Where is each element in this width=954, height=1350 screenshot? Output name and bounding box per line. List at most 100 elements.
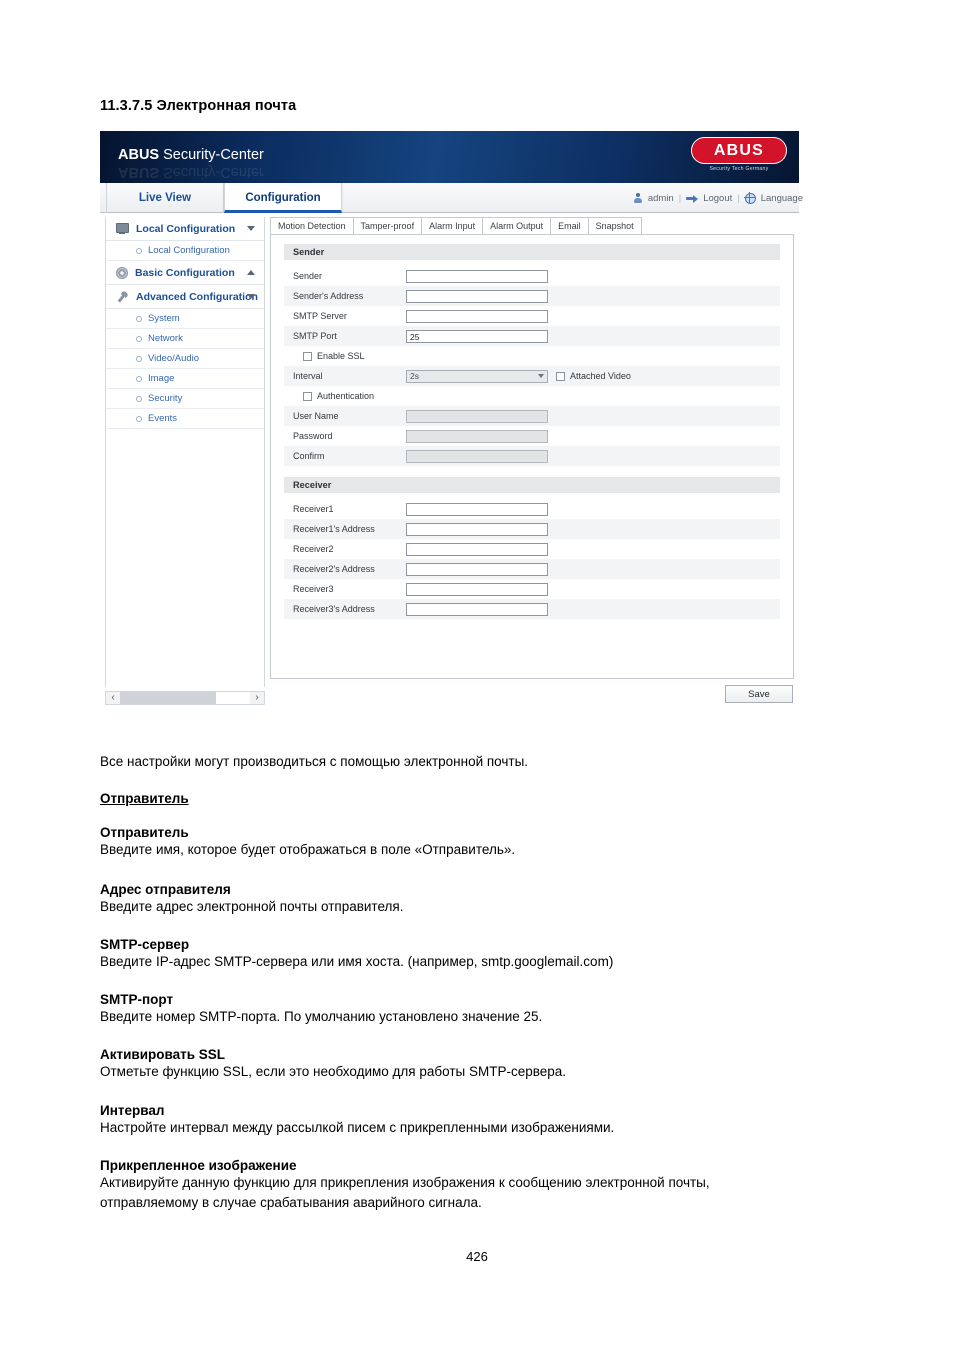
chevron-down-icon	[247, 294, 255, 299]
field-row-user-name: User Name	[284, 406, 780, 426]
sidebar-subitem-local-configuration[interactable]: Local Configuration	[106, 241, 264, 261]
tab-snapshot[interactable]: Snapshot	[587, 217, 642, 234]
sidebar-subitem-events[interactable]: Events	[106, 409, 264, 429]
field-label: Password	[293, 431, 333, 441]
sidebar-subitem-network[interactable]: Network	[106, 329, 264, 349]
abus-logo-text: ABUS	[713, 141, 765, 159]
entry-heading: SMTP-порт	[100, 992, 174, 1007]
tab-tamper-proof[interactable]: Tamper-proof	[352, 217, 423, 234]
tab-alarm-input[interactable]: Alarm Input	[421, 217, 484, 234]
entry-line: Введите имя, которое будет отображаться …	[100, 842, 516, 857]
entry-sender: Отправитель Введите имя, которое будет о…	[100, 825, 880, 860]
group-heading: Отправитель	[100, 791, 189, 806]
scroll-right-arrow-icon[interactable]: ›	[250, 693, 264, 703]
field-row-senders-address: Sender's Address	[284, 286, 780, 306]
sidebar-item-label: Advanced Configuration	[136, 290, 258, 303]
sidebar-item-advanced-configuration[interactable]: Advanced Configuration	[106, 285, 264, 309]
bullet-icon	[136, 247, 142, 254]
entry-line: Введите IP-адрес SMTP-сервера или имя хо…	[100, 954, 614, 969]
entry-line: Введите номер SMTP-порта. По умолчанию у…	[100, 1009, 543, 1024]
entry-heading: SMTP-сервер	[100, 937, 190, 952]
sidebar-subitem-video-audio[interactable]: Video/Audio	[106, 349, 264, 369]
bullet-icon	[136, 375, 142, 382]
entry-heading: Отправитель	[100, 825, 189, 840]
receiver2-address-input[interactable]	[406, 562, 548, 576]
page-section-heading: 11.3.7.5 Электронная почта	[100, 98, 297, 114]
wrench-icon	[114, 288, 132, 305]
field-row-receiver2: Receiver2	[284, 539, 780, 559]
scrollbar-track[interactable]	[120, 692, 250, 704]
field-label: Interval	[293, 371, 323, 381]
field-label: Sender	[293, 271, 323, 281]
sidebar-subitem-image[interactable]: Image	[106, 369, 264, 389]
confirm-input[interactable]	[406, 449, 548, 463]
receiver3-address-input[interactable]	[406, 602, 548, 616]
logout-link[interactable]: Logout	[703, 193, 732, 204]
enable-ssl-checkbox[interactable]	[303, 351, 312, 361]
sidebar-subitem-label: Events	[148, 413, 178, 424]
scroll-left-arrow-icon[interactable]: ‹	[106, 693, 120, 703]
receiver2-input[interactable]	[406, 542, 548, 556]
field-label: Sender's Address	[293, 291, 364, 301]
globe-icon[interactable]	[744, 192, 756, 204]
sidebar-subitem-label: Image	[148, 373, 175, 384]
chevron-down-icon	[247, 226, 255, 231]
sidebar-item-local-configuration[interactable]: Local Configuration	[106, 217, 264, 241]
tab-live-view[interactable]: Live View	[106, 183, 224, 213]
field-row-receiver3-address: Receiver3's Address	[284, 599, 780, 619]
brand-rest: Security-Center	[159, 147, 264, 163]
field-row-interval: Interval 2s Attached Video	[284, 366, 780, 386]
attached-video-checkbox[interactable]	[556, 371, 565, 381]
bullet-icon	[136, 395, 142, 402]
gear-icon	[116, 266, 128, 279]
sidebar-subitem-label: Security	[148, 393, 183, 404]
sidebar-subitem-label: System	[148, 313, 180, 324]
sidebar-item-basic-configuration[interactable]: Basic Configuration	[106, 261, 264, 285]
password-input[interactable]	[406, 429, 548, 443]
authentication-label: Authentication	[317, 391, 375, 401]
receiver3-input[interactable]	[406, 582, 548, 596]
receiver-section-header: Receiver	[284, 477, 780, 493]
receiver1-address-input[interactable]	[406, 522, 548, 536]
brand-bold: ABUS	[118, 147, 160, 163]
save-button[interactable]: Save	[725, 685, 793, 703]
sidebar-subitem-security[interactable]: Security	[106, 389, 264, 409]
nav-separator-1: |	[678, 192, 682, 204]
abus-logo-tagline: Security Tech Germany	[709, 166, 769, 172]
logout-icon[interactable]	[686, 194, 699, 203]
attached-video-group: Attached Video	[556, 371, 631, 381]
entry-attached-image: Прикрепленное изображение Активируйте да…	[100, 1158, 880, 1212]
smtp-port-input[interactable]: 25	[406, 329, 548, 343]
field-label: SMTP Server	[293, 311, 347, 321]
field-label: Receiver1's Address	[293, 524, 375, 534]
tab-motion-detection[interactable]: Motion Detection	[270, 217, 354, 234]
user-name-input[interactable]	[406, 409, 548, 423]
user-icon	[633, 193, 643, 203]
smtp-server-input[interactable]	[406, 309, 548, 323]
bullet-icon	[136, 335, 142, 342]
entry-enable-ssl: Активировать SSL Отметьте функцию SSL, е…	[100, 1047, 880, 1082]
entry-smtp-server: SMTP-сервер Введите IP-адрес SMTP-сервер…	[100, 937, 880, 972]
field-row-receiver2-address: Receiver2's Address	[284, 559, 780, 579]
entry-line: Активируйте данную функцию для прикрепле…	[100, 1175, 710, 1190]
tab-configuration[interactable]: Configuration	[224, 183, 342, 213]
app-banner: ABUS Security-Center ABUS Security-Cente…	[100, 131, 799, 183]
tab-alarm-output[interactable]: Alarm Output	[482, 217, 552, 234]
senders-address-input[interactable]	[406, 289, 548, 303]
scrollbar-thumb[interactable]	[120, 692, 217, 704]
sidebar-horizontal-scrollbar[interactable]: ‹ ›	[105, 691, 265, 705]
page-number: 426	[466, 1249, 488, 1264]
receiver1-input[interactable]	[406, 502, 548, 516]
bullet-icon	[136, 415, 142, 422]
interval-select[interactable]: 2s	[406, 369, 548, 383]
field-row-authentication: Authentication	[284, 386, 780, 406]
embedded-screenshot: ABUS Security-Center ABUS Security-Cente…	[100, 131, 803, 728]
authentication-checkbox[interactable]	[303, 391, 312, 401]
sidebar-subitem-system[interactable]: System	[106, 309, 264, 329]
language-link[interactable]: Language	[761, 193, 803, 204]
chevron-up-icon	[247, 270, 255, 275]
field-row-smtp-server: SMTP Server	[284, 306, 780, 326]
sender-input[interactable]	[406, 269, 548, 283]
tab-email[interactable]: Email	[550, 217, 589, 234]
